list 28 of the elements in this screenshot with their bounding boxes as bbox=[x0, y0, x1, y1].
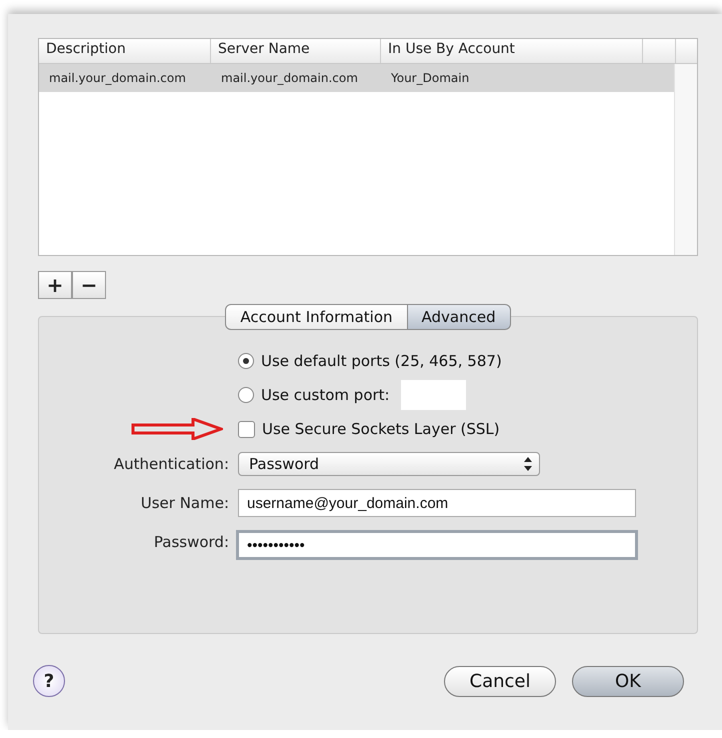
option-label: Use custom port: bbox=[261, 386, 390, 404]
table-cell-text: mail.your_domain.com bbox=[220, 71, 359, 85]
tab[interactable]: Account Information bbox=[225, 304, 408, 330]
authentication-popup[interactable]: Password bbox=[238, 452, 540, 476]
field-label: User Name: bbox=[140, 494, 229, 512]
column-header[interactable]: Server Name bbox=[211, 39, 381, 63]
cancel-button[interactable]: Cancel bbox=[444, 666, 556, 696]
option-label: Use default ports (25, 465, 587) bbox=[261, 352, 502, 370]
ssl-checkbox[interactable] bbox=[238, 420, 255, 438]
column-header[interactable]: In Use By Account bbox=[381, 39, 643, 63]
port-field[interactable] bbox=[400, 380, 466, 410]
field-label: Authentication: bbox=[114, 455, 229, 473]
help-button[interactable]: ? bbox=[33, 665, 65, 697]
ok-button[interactable]: OK bbox=[572, 666, 684, 696]
radio-button[interactable] bbox=[238, 353, 254, 369]
scrollbar-track[interactable] bbox=[674, 64, 697, 255]
ssl-label: Use Secure Sockets Layer (SSL) bbox=[262, 420, 500, 438]
radio-button[interactable] bbox=[238, 387, 254, 403]
user-name-field[interactable]: username@your_domain.com bbox=[238, 489, 636, 517]
table-row[interactable]: mail.your_domain.com mail.your_domain.com Your_Domain bbox=[39, 64, 674, 92]
add-button[interactable]: + bbox=[38, 271, 72, 299]
column-header[interactable]: Description bbox=[39, 39, 211, 63]
table-cell-text: mail.your_domain.com bbox=[48, 71, 187, 85]
field-label: Password: bbox=[154, 533, 229, 551]
password-field[interactable]: ••••••••••• bbox=[236, 530, 638, 560]
remove-button[interactable]: − bbox=[72, 271, 106, 299]
table-cell-text: Your_Domain bbox=[390, 71, 470, 85]
tab[interactable]: Advanced bbox=[408, 304, 511, 330]
